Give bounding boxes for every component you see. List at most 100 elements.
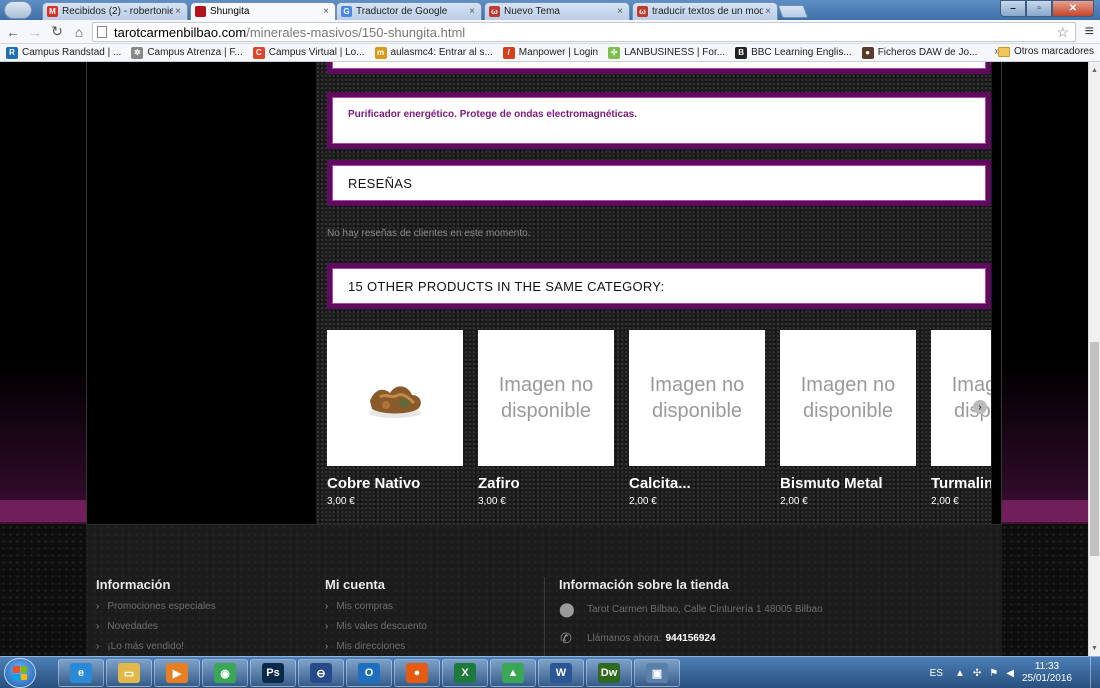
- browser-tab[interactable]: M Recibidos (2) - robertonie ×: [42, 2, 188, 20]
- product-name[interactable]: Cobre Nativo: [327, 475, 463, 492]
- product-name[interactable]: Calcita...: [629, 475, 765, 492]
- taskbar-app-button[interactable]: ▲: [490, 659, 536, 687]
- browser-tab[interactable]: ω Nuevo Tema ×: [484, 2, 630, 20]
- forward-icon[interactable]: →: [26, 23, 44, 41]
- product-image[interactable]: [327, 330, 463, 466]
- bookmark-item[interactable]: C Campus Virtual | Lo...: [252, 46, 365, 59]
- reload-icon[interactable]: ↻: [48, 23, 66, 41]
- action-center-icon[interactable]: ⚑: [989, 668, 998, 679]
- taskbar-app-button[interactable]: ▶: [154, 659, 200, 687]
- taskbar-app-button[interactable]: ▭: [106, 659, 152, 687]
- product-image-placeholder[interactable]: Imagen no disponible: [478, 330, 614, 466]
- chevron-right-icon: ›: [96, 641, 100, 652]
- bookmark-item[interactable]: R Campus Randstad | ...: [6, 46, 121, 59]
- taskbar-app-button[interactable]: X: [442, 659, 488, 687]
- back-icon[interactable]: ←: [4, 23, 22, 41]
- footer-link[interactable]: › Promociones especiales: [96, 601, 216, 612]
- taskbar-app-button[interactable]: e: [58, 659, 104, 687]
- new-tab-button[interactable]: [777, 5, 809, 18]
- bookmark-favicon-icon: ✲: [131, 46, 144, 59]
- product-card[interactable]: Imagen no disponible Turmalin 2,00 €: [931, 330, 991, 507]
- chevron-right-icon: ›: [96, 601, 100, 612]
- close-tab-icon[interactable]: ×: [467, 6, 477, 17]
- close-tab-icon[interactable]: ×: [615, 6, 625, 17]
- explorer-icon: ▭: [118, 663, 140, 683]
- windows-logo-icon: [13, 666, 27, 680]
- tray-app-icon[interactable]: ✣: [973, 668, 981, 679]
- store-phone[interactable]: 944156924: [666, 633, 716, 644]
- bookmark-star-icon[interactable]: ☆: [1056, 24, 1069, 41]
- bookmark-item[interactable]: B BBC Learning Englis...: [735, 46, 852, 59]
- taskbar-app-button[interactable]: ▣: [634, 659, 680, 687]
- url-path: /minerales-masivos/150-shungita.html: [246, 24, 466, 40]
- background-decoration: [0, 500, 86, 522]
- footer-link[interactable]: › Mis compras: [325, 601, 427, 612]
- browser-tab[interactable]: G Traductor de Google ×: [336, 2, 482, 20]
- other-bookmarks-folder[interactable]: Otros marcadores: [997, 46, 1094, 57]
- footer-link-label: Promociones especiales: [107, 601, 216, 612]
- close-window-button[interactable]: ✕: [1052, 0, 1094, 17]
- carousel-next-icon[interactable]: ›: [973, 400, 987, 414]
- language-indicator[interactable]: ES: [930, 668, 943, 679]
- close-tab-icon[interactable]: ×: [173, 6, 183, 17]
- product-card[interactable]: Imagen no disponible Calcita... 2,00 €: [629, 330, 765, 507]
- taskbar-app-button[interactable]: O: [346, 659, 392, 687]
- footer-link[interactable]: › Mis vales descuento: [325, 621, 427, 632]
- site-footer: Información › Promociones especiales › Nove…: [0, 524, 1088, 656]
- bookmark-favicon-icon: /: [502, 46, 515, 59]
- vertical-scrollbar[interactable]: ▲ ▼: [1088, 62, 1100, 656]
- browser-user-icon[interactable]: [4, 1, 32, 19]
- taskbar-app-button[interactable]: Ps: [250, 659, 296, 687]
- address-bar[interactable]: tarotcarmenbilbao.com/minerales-masivos/…: [92, 22, 1076, 42]
- map-pin-icon: ⬤: [559, 601, 575, 617]
- home-icon[interactable]: ⌂: [70, 23, 88, 41]
- taskbar-app-button[interactable]: ●: [394, 659, 440, 687]
- scroll-up-icon[interactable]: ▲: [1089, 64, 1100, 76]
- bookmark-item[interactable]: / Manpower | Login: [502, 46, 598, 59]
- product-name[interactable]: Bismuto Metal: [780, 475, 916, 492]
- volume-icon[interactable]: ◀: [1006, 668, 1014, 679]
- gmail-icon: M: [47, 6, 58, 17]
- maximize-button[interactable]: ▫: [1026, 0, 1052, 17]
- bookmark-item[interactable]: ✣ LANBUSINESS | For...: [608, 46, 725, 59]
- product-card[interactable]: Imagen no disponible Zafiro 3,00 €: [478, 330, 614, 507]
- store-address-row: ⬤ Tarot Carmen Bilbao, Calle Cinturería …: [559, 601, 823, 618]
- product-card[interactable]: Imagen no disponible Bismuto Metal 2,00 €: [780, 330, 916, 507]
- start-button[interactable]: [4, 658, 36, 688]
- related-products-carousel: Cobre Nativo 3,00 € Imagen no disponible Za…: [327, 330, 991, 520]
- browser-tab[interactable]: ω traducir textos de un mod ×: [632, 2, 778, 20]
- taskbar-app-button[interactable]: ⊖: [298, 659, 344, 687]
- clock-date: 25/01/2016: [1021, 673, 1072, 684]
- show-desktop-button[interactable]: [1090, 657, 1100, 688]
- product-price: 2,00 €: [629, 496, 657, 507]
- media-player-icon: ▶: [166, 663, 188, 683]
- reviews-section-header[interactable]: RESEÑAS: [327, 160, 991, 206]
- photoshop-icon: Ps: [262, 663, 284, 683]
- taskbar-app-button[interactable]: Dw: [586, 659, 632, 687]
- footer-link[interactable]: › ¡Lo más vendido!: [96, 641, 216, 652]
- taskbar-app-button[interactable]: ◉: [202, 659, 248, 687]
- page-container: Purificador energético. Protege de ondas…: [86, 62, 1002, 524]
- bookmark-item[interactable]: ✲ Campus Atrenza | F...: [131, 46, 243, 59]
- footer-link[interactable]: › Novedades: [96, 621, 216, 632]
- product-image-placeholder[interactable]: Imagen no disponible: [629, 330, 765, 466]
- close-tab-icon[interactable]: ×: [763, 6, 773, 17]
- footer-link[interactable]: › Mis direcciones: [325, 641, 427, 652]
- other-bookmarks-label: Otros marcadores: [1013, 46, 1094, 57]
- chrome-menu-icon[interactable]: ≡: [1085, 23, 1094, 41]
- minimize-button[interactable]: –: [1000, 0, 1026, 17]
- product-name[interactable]: Turmalin: [931, 475, 991, 492]
- product-card[interactable]: Cobre Nativo 3,00 €: [327, 330, 463, 507]
- tray-expand-icon[interactable]: ▲: [955, 668, 965, 679]
- product-image-placeholder[interactable]: Imagen no disponible: [931, 330, 991, 466]
- close-tab-icon[interactable]: ×: [321, 6, 331, 17]
- product-name[interactable]: Zafiro: [478, 475, 614, 492]
- product-image-placeholder[interactable]: Imagen no disponible: [780, 330, 916, 466]
- system-clock[interactable]: 11:33 25/01/2016: [1022, 661, 1072, 685]
- bookmark-item[interactable]: m aulasmc4: Entrar al s...: [374, 46, 493, 59]
- browser-tab[interactable]: Shungita ×: [190, 2, 336, 20]
- scroll-down-icon[interactable]: ▼: [1089, 642, 1100, 654]
- bookmark-item[interactable]: ● Ficheros DAW de Jo...: [861, 46, 977, 59]
- scrollbar-thumb[interactable]: [1090, 342, 1099, 556]
- taskbar-app-button[interactable]: W: [538, 659, 584, 687]
